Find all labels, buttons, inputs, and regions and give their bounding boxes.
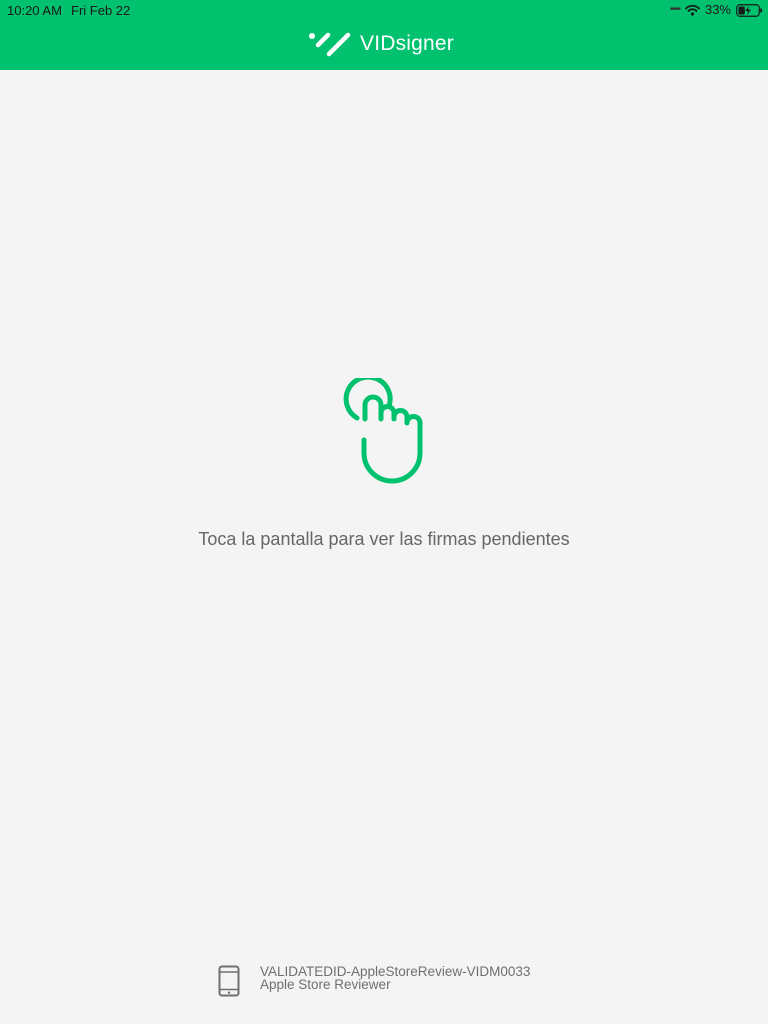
device-info: VALIDATEDID-AppleStoreReview-VIDM0033 Ap… — [218, 965, 530, 997]
status-indicators: •••• 33% — [670, 2, 763, 18]
brand-name: VIDsigner — [360, 32, 455, 55]
app-header: 10:20 AM Fri Feb 22 •••• 33% VIDsigner — [0, 0, 768, 70]
vidsigner-logo-icon — [309, 32, 351, 57]
tap-instruction: Toca la pantalla para ver las firmas pen… — [198, 529, 570, 549]
tap-to-view-area[interactable]: Toca la pantalla para ver las firmas pen… — [0, 70, 768, 1024]
battery-charging-icon — [736, 3, 762, 17]
device-details: VALIDATEDID-AppleStoreReview-VIDM0033 Ap… — [260, 965, 530, 992]
signal-dots-icon: •••• — [669, 4, 681, 15]
wifi-icon — [685, 4, 700, 16]
tap-hand-icon — [343, 378, 423, 484]
battery-percent: 33% — [704, 2, 731, 17]
status-date: Fri Feb 22 — [71, 3, 131, 18]
brand: VIDsigner — [308, 30, 454, 58]
status-bar: 10:20 AM Fri Feb 22 •••• 33% — [0, 0, 768, 22]
tablet-icon — [218, 965, 240, 997]
status-time: 10:20 AM — [7, 3, 62, 18]
device-user: Apple Store Reviewer — [260, 977, 391, 992]
